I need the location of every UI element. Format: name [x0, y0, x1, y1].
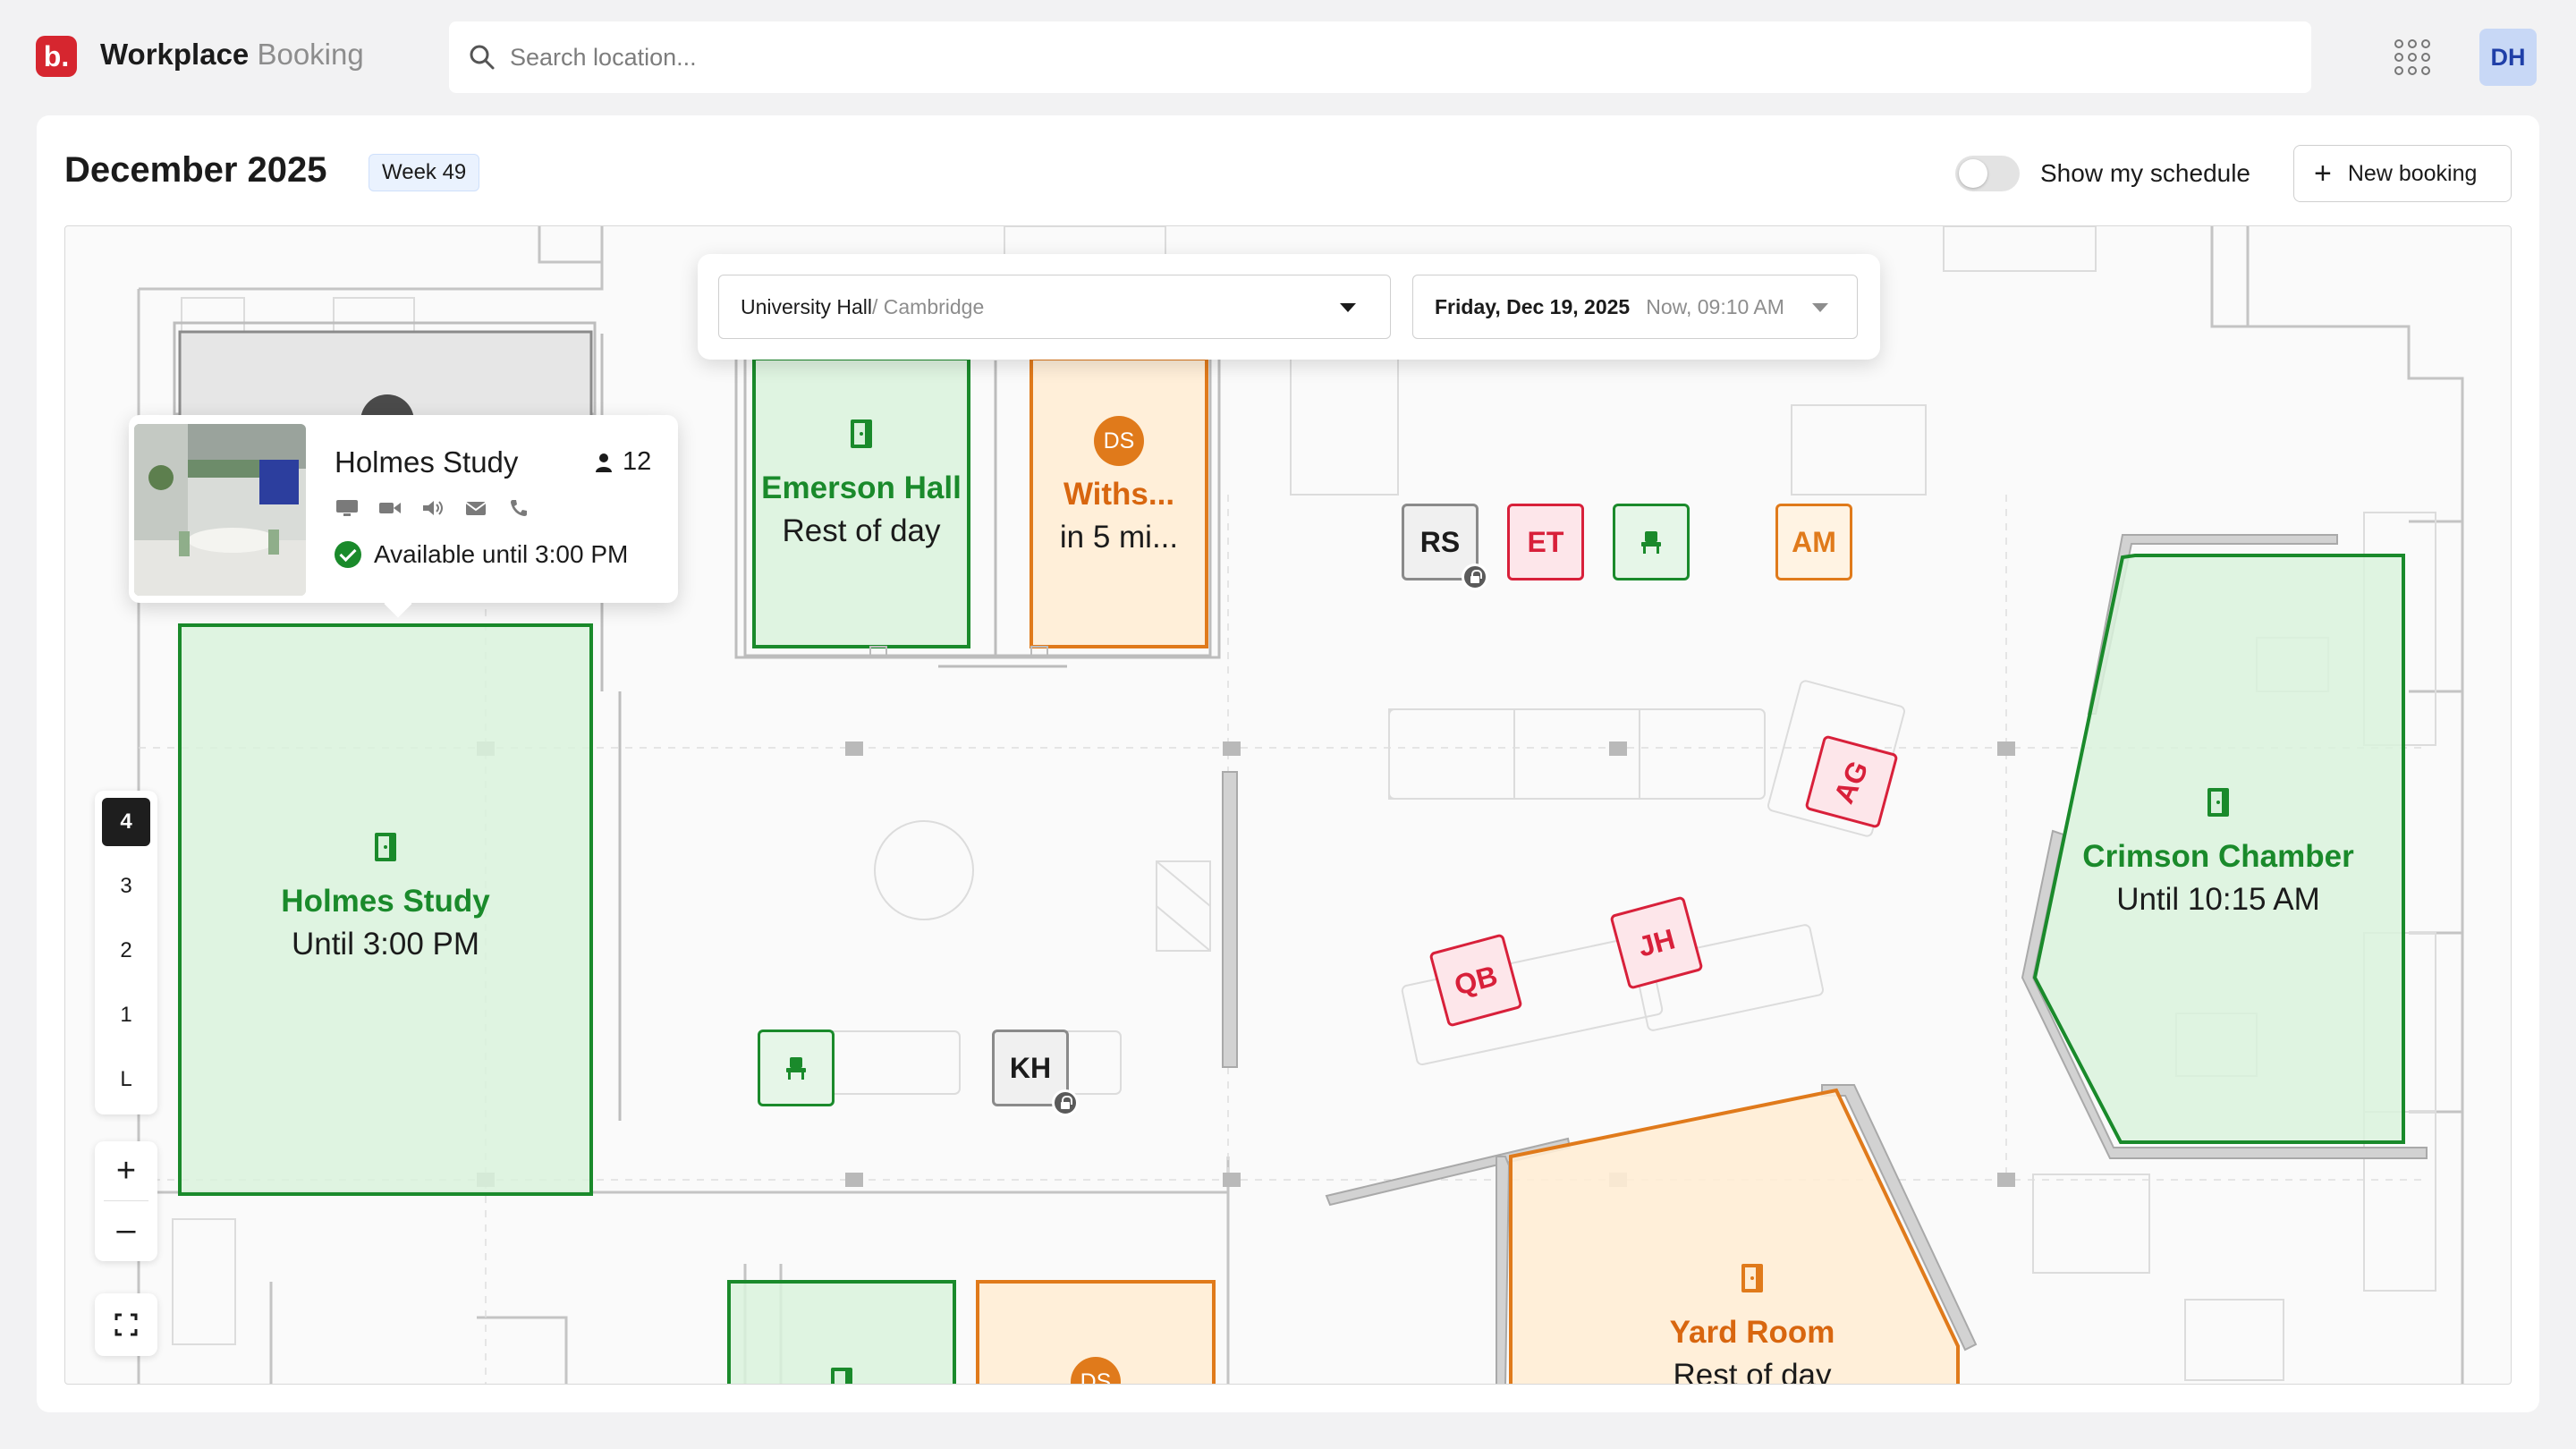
room-status: Rest of day: [782, 513, 941, 548]
room-crimson-chamber[interactable]: Crimson Chamber Until 10:15 AM: [2033, 786, 2403, 918]
floor-button-1[interactable]: 1: [102, 991, 150, 1039]
app-title: Workplace Booking: [100, 38, 364, 72]
week-badge: Week 49: [369, 154, 480, 191]
room-status: Until 10:15 AM: [2116, 882, 2320, 917]
lock-icon: [1462, 564, 1488, 590]
mail-icon: [465, 502, 487, 515]
fullscreen-button[interactable]: [95, 1293, 157, 1356]
building-city: / Cambridge: [871, 294, 985, 318]
availability-status: Available until 3:00 PM: [335, 540, 628, 569]
room-status: Rest of day: [1673, 1358, 1832, 1385]
room-holmes-study[interactable]: Holmes Study Until 3:00 PM: [180, 831, 591, 962]
door-icon: [1741, 1264, 1763, 1292]
person-icon: [596, 453, 612, 472]
search-icon: [470, 45, 495, 70]
zoom-controls: + –: [95, 1141, 157, 1261]
apps-grid-icon[interactable]: [2394, 39, 2430, 75]
date-time-select[interactable]: Friday, Dec 19, 2025 Now, 09:10 AM: [1412, 275, 1858, 339]
building-name: University Hall: [741, 294, 872, 318]
speaker-icon: [423, 501, 443, 515]
desk-initials: AM: [1792, 525, 1836, 558]
brand-logo[interactable]: b.: [36, 36, 77, 77]
room-emerson-hall[interactable]: Emerson Hall Rest of day: [754, 418, 969, 549]
phone-icon: [511, 500, 527, 516]
app-name: Workplace: [100, 38, 250, 71]
room-bottom-right[interactable]: DS: [978, 1357, 1214, 1384]
room-name: Holmes Study: [281, 884, 490, 919]
availability-text: Available until 3:00 PM: [374, 540, 629, 568]
popup-room-name: Holmes Study: [335, 445, 519, 479]
room-name: Withs...: [1063, 477, 1175, 512]
floor-plan-map[interactable]: Holmes Study Until 3:00 PM Emerson Hall …: [64, 225, 2512, 1385]
selected-date: Friday, Dec 19, 2025: [1435, 294, 1631, 318]
plus-icon: +: [2314, 157, 2332, 191]
video-camera-icon: [379, 503, 401, 513]
room-amenities: [335, 497, 531, 519]
organizer-avatar: DS: [1071, 1357, 1121, 1384]
room-photo: [134, 424, 306, 596]
lock-icon: [1052, 1089, 1079, 1116]
caret-down-icon: [1812, 303, 1828, 312]
desk-initials: QB: [1451, 958, 1501, 1002]
show-schedule-toggle[interactable]: [1955, 156, 2020, 191]
building-select[interactable]: University Hall / Cambridge: [718, 275, 1391, 339]
zoom-out-button[interactable]: –: [95, 1200, 157, 1259]
search-input[interactable]: [510, 43, 2209, 72]
app-name-sub: Booking: [257, 38, 364, 71]
floor-button-2[interactable]: 2: [102, 927, 150, 975]
door-icon: [375, 833, 396, 861]
desk-kh[interactable]: KH: [992, 1030, 1079, 1116]
desk-available-2[interactable]: [758, 1030, 835, 1106]
room-withs[interactable]: DS Withs... in 5 mi...: [1031, 416, 1207, 555]
floor-button-4[interactable]: 4: [102, 798, 150, 846]
selected-time: Now, 09:10 AM: [1646, 294, 1784, 318]
desk-initials: AG: [1827, 755, 1876, 809]
chair-icon: [1641, 531, 1661, 554]
room-bottom-left[interactable]: [729, 1366, 954, 1384]
room-name: Emerson Hall: [761, 470, 962, 505]
desk-initials: RS: [1419, 525, 1461, 558]
room-status: Until 3:00 PM: [291, 927, 480, 962]
room-name: Yard Room: [1669, 1315, 1835, 1350]
desk-initials: ET: [1527, 525, 1564, 558]
month-title: December 2025: [64, 150, 327, 190]
fullscreen-icon: [114, 1313, 138, 1336]
new-booking-label: New booking: [2347, 160, 2478, 186]
chair-icon: [786, 1057, 806, 1080]
room-yard-room[interactable]: Yard Room Rest of day: [1573, 1262, 1931, 1385]
check-circle-icon: [335, 541, 361, 568]
zoom-in-button[interactable]: +: [95, 1141, 157, 1200]
new-booking-button[interactable]: + New booking: [2293, 145, 2512, 202]
caret-down-icon: [1340, 303, 1356, 312]
room-capacity: 12: [594, 447, 651, 477]
floor-selector: 4 3 2 1 L: [95, 791, 157, 1114]
show-schedule-label: Show my schedule: [2040, 159, 2251, 187]
floor-button-l[interactable]: L: [102, 1055, 150, 1104]
organizer-avatar: DS: [1094, 416, 1144, 466]
display-icon: [336, 500, 358, 516]
desk-et[interactable]: ET: [1507, 504, 1584, 580]
desk-am[interactable]: AM: [1775, 504, 1852, 580]
room-status: in 5 mi...: [1059, 520, 1179, 555]
desk-initials: KH: [1009, 1051, 1052, 1084]
door-icon: [2207, 788, 2229, 817]
capacity-count: 12: [623, 447, 652, 476]
user-avatar[interactable]: DH: [2479, 29, 2537, 86]
floor-button-3[interactable]: 3: [102, 862, 150, 911]
door-icon: [831, 1368, 852, 1384]
door-icon: [851, 419, 872, 448]
desk-rs[interactable]: RS: [1402, 504, 1488, 590]
desk-initials: JH: [1634, 921, 1679, 963]
search-bar[interactable]: [449, 21, 2311, 93]
desk-available-1[interactable]: [1613, 504, 1690, 580]
room-name: Crimson Chamber: [2082, 839, 2354, 874]
